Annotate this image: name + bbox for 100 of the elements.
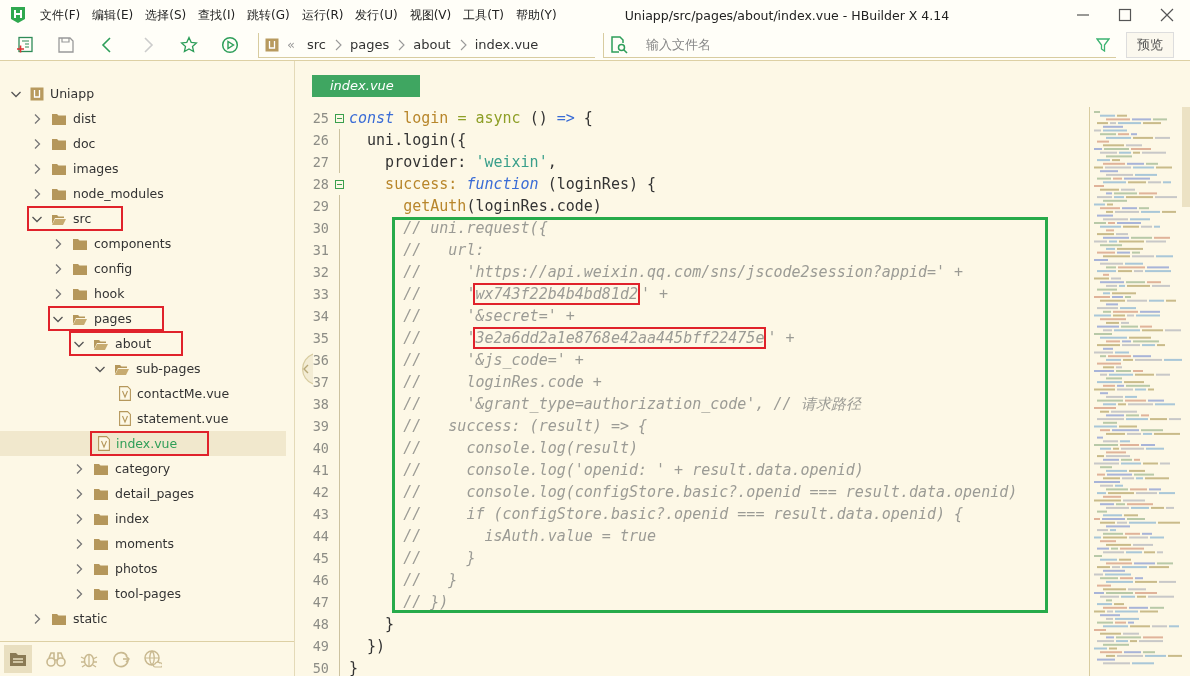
line-number: 45	[311, 550, 329, 566]
folder-tree-item[interactable]: pages	[0, 306, 286, 331]
folder-tree-item[interactable]: dist	[0, 106, 286, 131]
chevron-right-icon	[333, 38, 342, 51]
folder-tree-item[interactable]: hook	[0, 281, 286, 306]
folder-tree-item[interactable]: tool-pages	[0, 581, 286, 606]
line-number: 43	[311, 506, 329, 522]
breadcrumb-item[interactable]: about	[413, 37, 451, 52]
folder-tree-item[interactable]: node_modules	[0, 181, 286, 206]
code-line: provider: 'weixin',	[384, 153, 557, 171]
code-line: // console.log(configStore.basic?.openid === result.data.openid)	[402, 483, 1018, 501]
folder-tree-item[interactable]: Uniapp	[0, 81, 286, 106]
code-line: // uni.request({	[402, 219, 548, 237]
menu-item[interactable]: 视图(V)	[403, 6, 458, 24]
folder-icon	[51, 161, 67, 176]
new-file-icon[interactable]	[16, 36, 34, 54]
folder-tree-item[interactable]: about	[0, 331, 286, 356]
folder-icon	[93, 511, 109, 526]
code-line: const login = async () => {	[349, 109, 593, 127]
menu-item[interactable]: 工具(T)	[457, 6, 510, 24]
folder-tree-item[interactable]: config	[0, 256, 286, 281]
folder-tree-item[interactable]: sub-pages	[0, 356, 286, 381]
binoculars-icon[interactable]	[46, 651, 66, 667]
refresh-icon[interactable]	[112, 650, 130, 668]
breadcrumb-item[interactable]: src	[306, 37, 326, 52]
scrollbar-thumb[interactable]	[1182, 107, 1190, 207]
folder-tree-item[interactable]: src	[0, 206, 286, 231]
file-search-field[interactable]: 输入文件名	[644, 36, 1096, 53]
menu-item[interactable]: 编辑(E)	[86, 6, 140, 24]
folder-tree-item[interactable]: detail_pages	[0, 481, 286, 506]
code-line: // })	[402, 593, 449, 611]
code-line: // loginRes.code +	[402, 373, 602, 391]
line-number: 44	[311, 528, 329, 544]
breadcrumb-item[interactable]: index.vue	[474, 37, 539, 52]
line-number: 35	[311, 330, 329, 346]
folder-icon	[93, 586, 109, 601]
line-number: 30	[311, 220, 329, 236]
code-line: // isAuth.value = true	[402, 527, 657, 545]
code-line: // 'wx743f22b4b4bd81d2 ' +	[402, 285, 669, 303]
file-tree-item[interactable]: statement.vue	[0, 406, 286, 431]
folder-tree-item[interactable]: components	[0, 231, 286, 256]
folder-icon	[93, 536, 109, 551]
preview-button[interactable]: 预览	[1126, 32, 1174, 58]
line-number: 28	[311, 176, 329, 192]
line-number: 37	[311, 374, 329, 390]
line-number: 29	[311, 198, 329, 214]
globe-icon[interactable]	[144, 650, 162, 668]
menu-item[interactable]: 文件(F)	[34, 6, 87, 24]
run-icon[interactable]	[221, 36, 239, 54]
line-number: 40	[311, 440, 329, 456]
line-number: 41	[311, 462, 329, 478]
folder-icon	[93, 461, 109, 476]
folder-icon	[72, 286, 88, 301]
code-line: }	[349, 659, 359, 676]
folder-tree-item[interactable]: doc	[0, 131, 286, 156]
menu-item[interactable]: 选择(S)	[139, 6, 193, 24]
line-number: 25	[311, 110, 329, 126]
fold-icon[interactable]	[334, 113, 344, 123]
folder-tree-item[interactable]: index	[0, 506, 286, 531]
line-number: 26	[311, 132, 329, 148]
maximize-icon[interactable]	[1118, 8, 1132, 22]
line-number: 46	[311, 572, 329, 588]
vue-file-icon	[119, 411, 131, 426]
line-number: 39	[311, 418, 329, 434]
chevron-right-icon	[397, 38, 406, 51]
folder-icon	[72, 236, 88, 251]
file-search-icon	[610, 35, 628, 54]
folder-icon	[51, 611, 67, 626]
line-number: 31	[311, 242, 329, 258]
vue-file-icon	[119, 386, 131, 401]
code-line: // 'https://api.weixin.qq.com/sns/jscode2session?appid=' +	[402, 263, 964, 281]
file-list-icon[interactable]	[4, 645, 32, 673]
code-line: // '&secret=' +	[402, 307, 575, 325]
folder-tree-item[interactable]: static	[0, 606, 286, 631]
code-line: // }	[402, 549, 476, 567]
folder-icon	[51, 186, 67, 201]
menu-item[interactable]: 帮助(Y)	[509, 6, 563, 24]
star-icon[interactable]	[180, 36, 198, 54]
file-tree-item[interactable]: contactMe.vue	[0, 381, 286, 406]
breadcrumb-item[interactable]: pages	[349, 37, 390, 52]
menu-item[interactable]: 查找(I)	[192, 6, 242, 24]
folder-tree-item[interactable]: category	[0, 456, 286, 481]
fold-icon[interactable]	[334, 179, 344, 189]
project-icon	[265, 37, 279, 52]
code-line: }	[384, 615, 395, 633]
save-icon[interactable]	[57, 36, 75, 54]
window-title: Uniapp/src/pages/about/index.vue - HBuilder X 4.14	[624, 7, 951, 23]
menu-item[interactable]: 跳转(G)	[241, 6, 296, 24]
folder-tree-item[interactable]: moments	[0, 531, 286, 556]
menu-item[interactable]: 运行(R)	[295, 6, 350, 24]
filter-icon[interactable]	[1096, 37, 1110, 52]
folder-tree-item[interactable]: photos	[0, 556, 286, 581]
line-number: 50	[311, 660, 329, 676]
close-icon[interactable]	[1160, 8, 1174, 22]
line-number: 36	[311, 352, 329, 368]
menu-item[interactable]: 发行(U)	[349, 6, 404, 24]
code-line: getAuth(loginRes.code)	[402, 197, 602, 215]
project-icon	[30, 86, 44, 101]
folder-icon	[93, 486, 109, 501]
folder-tree-item[interactable]: images	[0, 156, 286, 181]
